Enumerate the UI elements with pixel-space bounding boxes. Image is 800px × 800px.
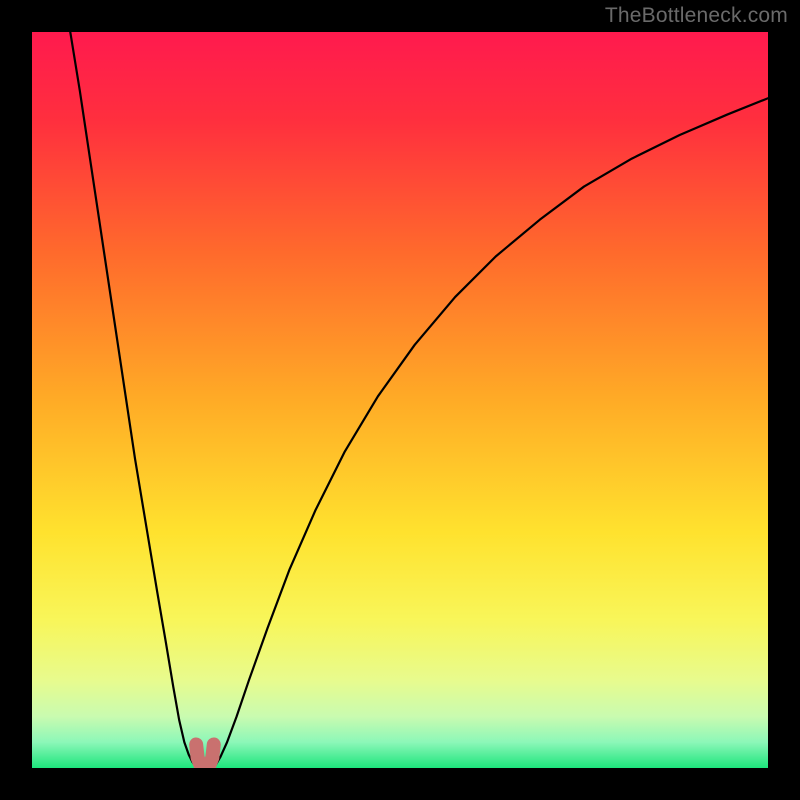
bottleneck-chart xyxy=(32,32,768,768)
gradient-bg xyxy=(32,32,768,768)
watermark-text: TheBottleneck.com xyxy=(605,4,788,28)
chart-frame: TheBottleneck.com xyxy=(0,0,800,800)
